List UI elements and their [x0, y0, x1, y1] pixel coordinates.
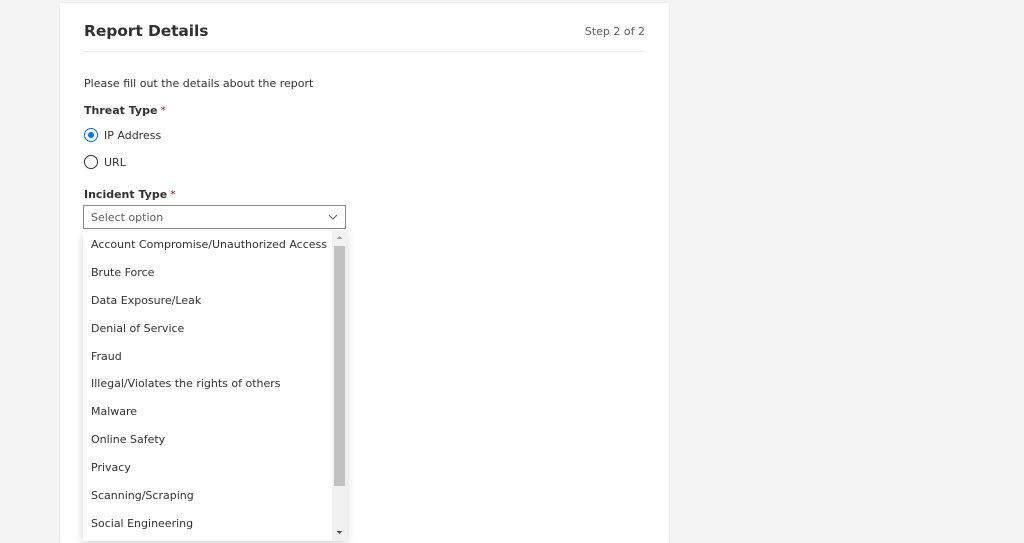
form-intro-text: Please fill out the details about the re… [84, 77, 314, 90]
incident-type-listbox[interactable]: Account Compromise/Unauthorized Access Br… [83, 231, 347, 541]
triangle-down-icon[interactable] [332, 526, 347, 539]
dropdown-placeholder: Select option [91, 211, 164, 224]
incident-type-options: Account Compromise/Unauthorized Access Br… [83, 231, 332, 538]
radio-url-label: URL [104, 155, 126, 169]
step-indicator: Step 2 of 2 [584, 25, 645, 38]
triangle-up-icon[interactable] [332, 231, 347, 244]
dropdown-option[interactable]: Scanning/Scraping [83, 482, 332, 510]
radio-ip-address[interactable]: IP Address [84, 126, 161, 144]
dropdown-option[interactable]: Malware [83, 398, 332, 426]
dropdown-option[interactable]: Account Compromise/Unauthorized Access [83, 231, 332, 259]
threat-type-label: Threat Type * [84, 104, 166, 117]
dropdown-option[interactable]: Brute Force [83, 259, 332, 287]
radio-ip-address-label: IP Address [104, 128, 162, 142]
required-marker: * [170, 188, 176, 201]
report-details-panel: Report Details Step 2 of 2 Please fill o… [60, 3, 669, 543]
scrollbar-thumb[interactable] [334, 246, 345, 486]
dropdown-option[interactable]: Online Safety [83, 426, 332, 454]
panel-header: Report Details Step 2 of 2 [84, 3, 645, 52]
dropdown-option[interactable]: Social Engineering [83, 510, 332, 538]
listbox-scrollbar[interactable] [332, 231, 347, 541]
dropdown-option[interactable]: Data Exposure/Leak [83, 287, 332, 315]
required-marker: * [160, 104, 166, 117]
dropdown-option[interactable]: Fraud [83, 343, 332, 371]
threat-type-label-text: Threat Type [84, 104, 158, 117]
dropdown-option[interactable]: Denial of Service [83, 315, 332, 343]
dropdown-option[interactable]: Illegal/Violates the rights of others [83, 370, 332, 398]
incident-type-label: Incident Type * [84, 188, 176, 201]
incident-type-label-text: Incident Type [84, 188, 168, 201]
page-title: Report Details [84, 22, 209, 40]
radio-button-checked[interactable] [84, 128, 98, 142]
incident-type-dropdown[interactable]: Select option [83, 205, 346, 229]
chevron-down-icon [328, 214, 338, 220]
radio-url[interactable]: URL [84, 153, 126, 171]
radio-button-unchecked[interactable] [84, 155, 98, 169]
dropdown-option[interactable]: Privacy [83, 454, 332, 482]
